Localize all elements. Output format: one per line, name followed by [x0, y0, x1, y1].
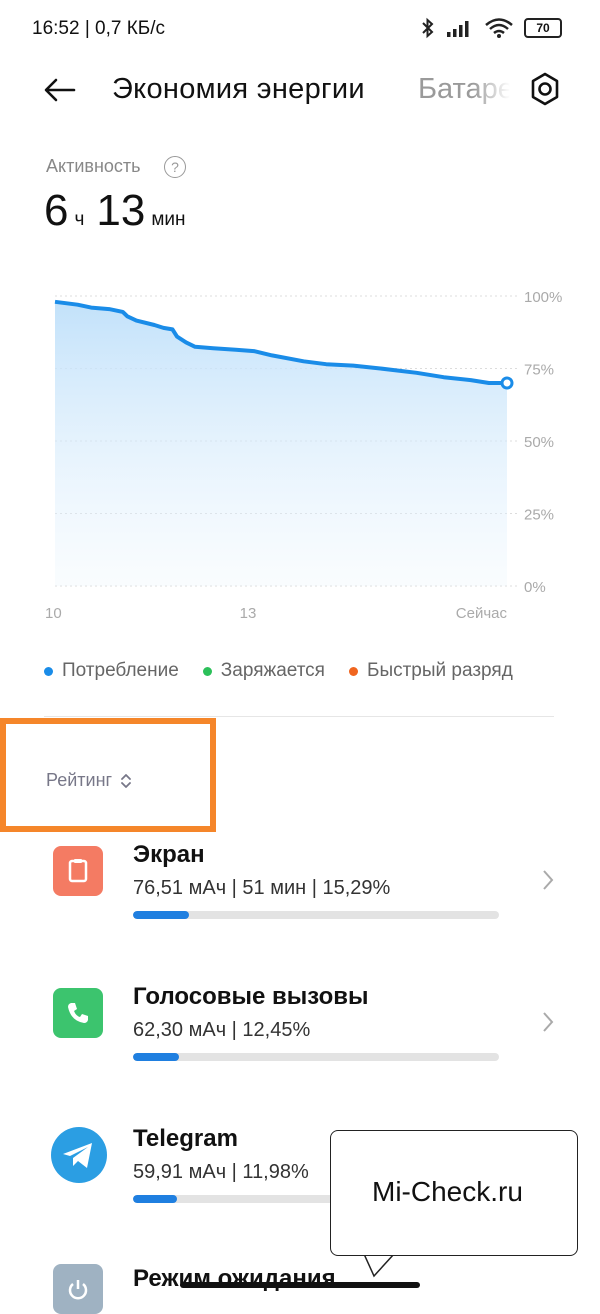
- legend-dot: [202, 666, 212, 676]
- power-icon: [53, 1264, 103, 1314]
- legend-dot: [44, 666, 53, 676]
- activity-hours-unit: ч: [74, 209, 85, 230]
- x-tick-label: 13: [240, 605, 257, 622]
- home-indicator[interactable]: [180, 1282, 420, 1288]
- battery-indicator: 70: [524, 18, 562, 38]
- usage-bar-fill: [133, 1053, 179, 1061]
- x-tick-label: Сейчас: [456, 605, 508, 622]
- page-title: Экономия энергии: [112, 73, 365, 105]
- usage-bar-fill: [133, 911, 189, 919]
- chart-current-point: [500, 376, 514, 390]
- usage-bar: [133, 1053, 499, 1061]
- sort-arrows-icon: [121, 773, 131, 788]
- sort-label: Рейтинг: [46, 770, 113, 790]
- item-details: 59,91 мАч | 11,98%: [133, 1161, 309, 1183]
- item-title: Голосовые вызовы: [133, 983, 369, 1010]
- activity-hours: 6: [44, 186, 69, 235]
- activity-value: 6 ч 13 мин: [44, 186, 192, 236]
- item-title: Telegram: [133, 1125, 238, 1152]
- legend-fast-drain: Быстрый разряд: [348, 660, 513, 682]
- legend-label: Быстрый разряд: [366, 660, 513, 681]
- sort-button[interactable]: Рейтинг: [46, 770, 132, 791]
- battery-chart: 100% 75% 50% 25% 0% 10 13 Сейчас: [45, 289, 562, 622]
- signal-icon: [447, 21, 469, 37]
- wifi-icon: [485, 18, 513, 38]
- list-item-standby[interactable]: Режим ожидания: [0, 1262, 600, 1314]
- y-tick-label: 100%: [524, 289, 562, 306]
- activity-label: Активность: [46, 156, 141, 176]
- list-item-voice-calls[interactable]: Голосовые вызовы 62,30 мАч | 12,45%: [0, 978, 600, 1078]
- chevron-right-icon: [543, 1012, 554, 1032]
- telegram-icon: [51, 1127, 107, 1183]
- tab-battery[interactable]: Батарея: [418, 73, 510, 106]
- item-title: Режим ожидания: [133, 1265, 336, 1292]
- status-time: 16:52 | 0,7 КБ/с: [32, 18, 166, 39]
- chevron-right-icon: [543, 870, 554, 890]
- legend-charging: Заряжается: [202, 660, 325, 682]
- item-title: Экран: [133, 841, 205, 868]
- watermark-text: Mi-Check.ru: [372, 1176, 523, 1207]
- callout-tail: [360, 1254, 400, 1278]
- y-tick-label: 0%: [524, 579, 546, 596]
- bluetooth-icon: [422, 17, 434, 39]
- chart-area: [55, 301, 507, 586]
- legend-label: Заряжается: [220, 660, 325, 681]
- settings-icon[interactable]: [526, 70, 564, 108]
- chart-legend: Потребление Заряжается Быстрый разряд: [44, 660, 513, 682]
- y-tick-label: 75%: [524, 362, 554, 379]
- status-icons: 70: [420, 16, 562, 40]
- legend-label: Потребление: [62, 660, 179, 681]
- activity-minutes-unit: мин: [151, 209, 186, 230]
- activity-minutes: 13: [96, 186, 146, 235]
- divider: [44, 716, 554, 717]
- item-details: 62,30 мАч | 12,45%: [133, 1019, 311, 1041]
- legend-dot: [348, 666, 358, 676]
- y-tick-label: 25%: [524, 507, 554, 524]
- phone-icon: [53, 988, 103, 1038]
- x-tick-label: 10: [45, 605, 62, 622]
- legend-consumption: Потребление: [44, 660, 179, 682]
- screen-icon: [53, 846, 103, 896]
- item-details: 76,51 мАч | 51 мин | 15,29%: [133, 877, 391, 899]
- y-tick-label: 50%: [524, 434, 554, 451]
- help-icon[interactable]: ?: [164, 156, 186, 178]
- back-arrow-icon[interactable]: [42, 72, 78, 108]
- usage-bar-fill: [133, 1195, 177, 1203]
- list-item-screen[interactable]: Экран 76,51 мАч | 51 мин | 15,29%: [0, 836, 600, 936]
- usage-bar: [133, 911, 499, 919]
